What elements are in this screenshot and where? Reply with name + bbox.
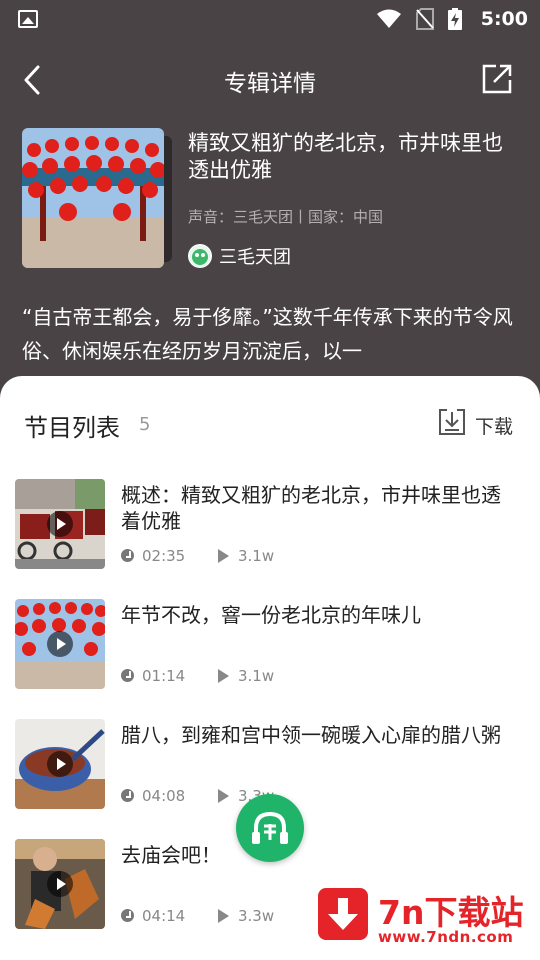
share-icon bbox=[482, 64, 512, 94]
episode-thumbnail bbox=[15, 719, 105, 809]
episode-plays: 3.1w bbox=[238, 667, 275, 685]
episode-duration: 01:14 bbox=[142, 667, 186, 685]
no-sim-icon bbox=[416, 8, 434, 30]
album-description[interactable]: “自古帝王都会，易于侈靡。”这数千年传承下来的节令风俗、休闲娱乐在经历岁月沉淀后… bbox=[22, 300, 522, 368]
battery-charging-icon bbox=[448, 8, 462, 30]
player-fab[interactable] bbox=[236, 794, 304, 862]
episode-duration: 04:08 bbox=[142, 787, 186, 805]
episode-plays: 3.1w bbox=[238, 547, 275, 565]
play-icon bbox=[47, 751, 73, 777]
header: 专辑详情 bbox=[0, 40, 540, 120]
play-count-icon bbox=[218, 549, 229, 563]
episode-plays: 3.3w bbox=[238, 907, 275, 925]
episode-title: 腊八，到雍和宫中领一碗暖入心扉的腊八粥 bbox=[121, 723, 501, 747]
clock-icon bbox=[121, 669, 134, 682]
status-bar: 5:00 bbox=[0, 0, 540, 40]
play-icon bbox=[47, 871, 73, 897]
watermark-brand: 7n下载站 bbox=[378, 893, 524, 932]
play-count-icon bbox=[218, 789, 229, 803]
download-button[interactable]: 下载 bbox=[475, 412, 513, 439]
author-name[interactable]: 三毛天团 bbox=[219, 243, 291, 269]
status-time: 5:00 bbox=[480, 8, 528, 30]
episode-duration: 04:14 bbox=[142, 907, 186, 925]
watermark-url: www.7ndn.com bbox=[378, 928, 514, 946]
watermark-logo bbox=[318, 888, 368, 940]
clock-icon bbox=[121, 789, 134, 802]
play-icon bbox=[47, 631, 73, 657]
clock-icon bbox=[121, 549, 134, 562]
author-avatar[interactable] bbox=[188, 244, 212, 268]
wifi-icon bbox=[377, 9, 401, 28]
episode-thumbnail bbox=[15, 599, 105, 689]
play-count-icon bbox=[218, 669, 229, 683]
episode-item[interactable]: 年节不改，窨一份老北京的年味儿 01:14 3.1w bbox=[0, 599, 540, 719]
image-icon bbox=[18, 10, 38, 28]
album-cover bbox=[22, 128, 164, 268]
clock-icon bbox=[121, 909, 134, 922]
episode-title: 年节不改，窨一份老北京的年味儿 bbox=[121, 603, 421, 627]
play-count-icon bbox=[218, 909, 229, 923]
episode-thumbnail bbox=[15, 839, 105, 929]
album-title: 精致又粗犷的老北京，市井味里也透出优雅 bbox=[188, 131, 503, 182]
page-title: 专辑详情 bbox=[224, 71, 316, 97]
headphones-icon bbox=[252, 811, 288, 844]
download-icon[interactable] bbox=[438, 408, 466, 436]
episode-item[interactable]: 概述：精致又粗犷的老北京，市井味里也透着优雅 02:35 3.1w bbox=[0, 479, 540, 599]
watermark: 7n下载站 www.7ndn.com bbox=[298, 872, 538, 958]
episode-thumbnail bbox=[15, 479, 105, 569]
play-icon bbox=[47, 511, 73, 537]
episode-title: 去庙会吧！ bbox=[121, 843, 221, 867]
share-button[interactable] bbox=[480, 62, 514, 96]
episode-list-title: 节目列表 bbox=[24, 414, 120, 442]
album-meta: 声音：三毛天团丨国家：中国 bbox=[188, 208, 384, 226]
episode-title: 概述：精致又粗犷的老北京，市井味里也透着优雅 bbox=[121, 483, 501, 533]
episode-count: 5 bbox=[139, 414, 151, 435]
status-icons bbox=[376, 8, 462, 30]
episode-duration: 02:35 bbox=[142, 547, 186, 565]
